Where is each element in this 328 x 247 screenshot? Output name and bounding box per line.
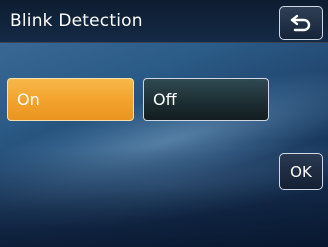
on-button[interactable]: On: [7, 78, 134, 121]
camera-menu-screen: Blink Detection On Off OK: [0, 0, 328, 247]
ok-button-label: OK: [290, 162, 312, 181]
off-button-label: Off: [153, 90, 177, 109]
on-button-label: On: [17, 90, 40, 109]
ok-button[interactable]: OK: [279, 153, 323, 190]
back-arrow-icon: [290, 14, 311, 32]
off-button[interactable]: Off: [143, 78, 269, 121]
back-button[interactable]: [279, 6, 323, 40]
page-title: Blink Detection: [10, 11, 143, 31]
